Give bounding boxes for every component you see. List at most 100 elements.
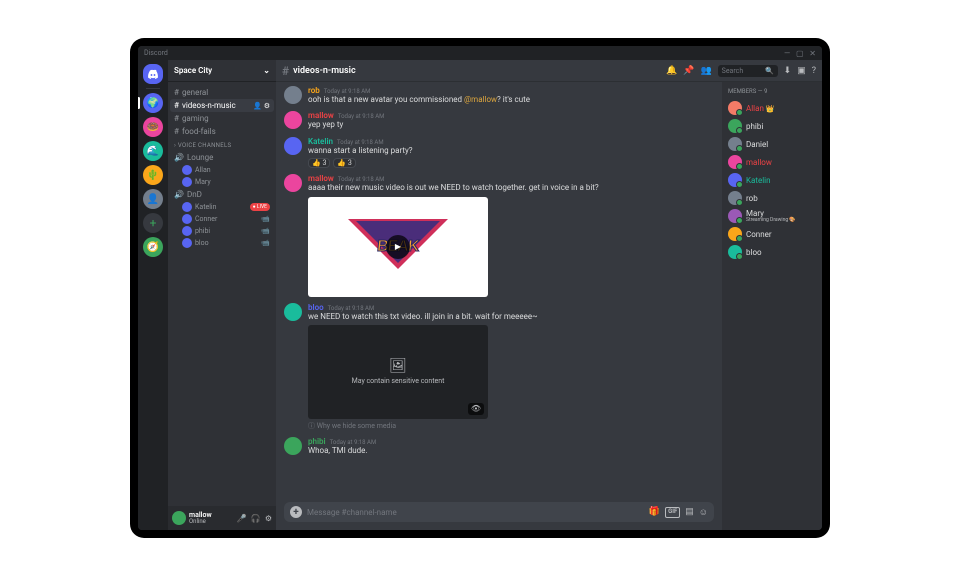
server-icon[interactable]: 🌵 — [143, 165, 163, 185]
voice-user[interactable]: phibi📹 — [170, 225, 274, 237]
play-icon[interactable]: ▶ — [386, 235, 410, 259]
message-composer[interactable]: + Message #channel-name 🎁 GIF ▤ ☺ — [284, 502, 714, 522]
search-input[interactable]: Search 🔍 — [718, 65, 778, 77]
voice-user[interactable]: Conner📹 — [170, 213, 274, 225]
sticker-icon[interactable]: ▤ — [685, 507, 694, 518]
home-button[interactable] — [143, 64, 163, 84]
members-toggle-icon[interactable]: 👥 — [700, 66, 711, 76]
speaker-icon: 🔊 — [174, 153, 184, 162]
author-name[interactable]: Katelin — [308, 137, 333, 146]
avatar[interactable] — [284, 86, 302, 104]
channel-name: videos-n-music — [182, 101, 236, 110]
channel-name: food-fails — [182, 127, 216, 136]
server-icon[interactable]: 🌊 — [143, 141, 163, 161]
server-icon[interactable]: 🌍 — [143, 93, 163, 113]
video-icon: 📹 — [261, 227, 270, 235]
member-item[interactable]: mallow — [728, 153, 816, 171]
emoji-icon[interactable]: ☺ — [699, 507, 708, 518]
voice-user[interactable]: bloo📹 — [170, 237, 274, 249]
member-item[interactable]: bloo — [728, 243, 816, 261]
member-activity: Streaming Drawing 🎨 — [746, 218, 796, 223]
video-embed[interactable]: BEAK ▶ — [308, 197, 488, 297]
spoiler-label: May contain sensitive content — [352, 377, 445, 385]
server-header[interactable]: Space City ⌄ — [168, 60, 276, 82]
explore-servers-button[interactable]: 🧭 — [143, 237, 163, 257]
avatar[interactable] — [172, 511, 186, 525]
member-item[interactable]: Daniel — [728, 135, 816, 153]
member-name: Katelin — [746, 176, 771, 185]
message-text: we NEED to watch this txt video. ill joi… — [308, 312, 714, 322]
text-channel[interactable]: #general — [170, 86, 274, 99]
help-icon[interactable]: ? — [812, 66, 816, 76]
server-icon[interactable]: 👤 — [143, 189, 163, 209]
warning-icon: 🖼 — [389, 358, 407, 374]
timestamp: Today at 9:18 AM — [324, 88, 371, 95]
notifications-icon[interactable]: 🔔 — [666, 66, 677, 76]
window-controls: — ▢ ✕ — [780, 49, 816, 58]
invite-icon[interactable]: 👤 — [253, 102, 262, 110]
member-item[interactable]: rob — [728, 189, 816, 207]
author-name[interactable]: phibi — [308, 437, 326, 446]
author-name[interactable]: bloo — [308, 303, 324, 312]
author-name[interactable]: rob — [308, 86, 320, 95]
pin-icon[interactable]: 📌 — [683, 66, 694, 76]
attach-button[interactable]: + — [290, 506, 302, 518]
author-name[interactable]: mallow — [308, 174, 334, 183]
avatar[interactable] — [284, 111, 302, 129]
member-item[interactable]: phibi — [728, 117, 816, 135]
gif-button[interactable]: GIF — [665, 507, 680, 518]
gear-icon[interactable]: ⚙ — [264, 102, 270, 110]
main-area: # videos-n-music 🔔 📌 👥 Search 🔍 ⬇ ▣ ? — [276, 60, 822, 530]
timestamp: Today at 9:18 AM — [338, 176, 385, 183]
member-item[interactable]: Katelin — [728, 171, 816, 189]
settings-icon[interactable]: ⚙ — [265, 514, 272, 523]
voice-user[interactable]: Katelin● LIVE — [170, 201, 274, 213]
channel-name: gaming — [182, 114, 209, 123]
voice-user[interactable]: Allan — [170, 164, 274, 176]
spoiler-embed[interactable]: 🖼 May contain sensitive content 👁 — [308, 325, 488, 419]
deafen-icon[interactable]: 🎧 — [251, 514, 261, 523]
author-name[interactable]: mallow — [308, 111, 334, 120]
message: mallowToday at 9:18 AMaaaa their new mus… — [284, 174, 714, 296]
reveal-button[interactable]: 👁 — [468, 403, 484, 415]
member-item[interactable]: MaryStreaming Drawing 🎨 — [728, 207, 816, 225]
voice-category-header[interactable]: › VOICE CHANNELS — [170, 138, 274, 151]
member-name: mallow — [746, 158, 772, 167]
server-icon[interactable]: 🍩 — [143, 117, 163, 137]
video-icon: 📹 — [261, 239, 270, 247]
text-channel[interactable]: #food-fails — [170, 125, 274, 138]
avatar[interactable] — [284, 174, 302, 192]
live-badge: ● LIVE — [250, 203, 270, 211]
speaker-icon: 🔊 — [174, 190, 184, 199]
channel-sidebar: Space City ⌄ #general#videos-n-music👤⚙#g… — [168, 60, 276, 530]
close-button[interactable]: ✕ — [809, 49, 816, 58]
avatar[interactable] — [284, 437, 302, 455]
hide-media-note[interactable]: ⓘ Why we hide some media — [308, 421, 714, 431]
avatar[interactable] — [284, 137, 302, 155]
update-icon[interactable]: ▣ — [797, 66, 806, 76]
chevron-down-icon: ⌄ — [263, 66, 270, 75]
timestamp: Today at 9:18 AM — [330, 439, 377, 446]
add-server-button[interactable]: + — [143, 213, 163, 233]
member-item[interactable]: Allan 👑 — [728, 99, 816, 117]
voice-channel[interactable]: 🔊Lounge — [170, 151, 274, 164]
mute-icon[interactable]: 🎤 — [237, 514, 247, 523]
maximize-button[interactable]: ▢ — [796, 49, 804, 58]
voice-user[interactable]: Mary — [170, 176, 274, 188]
minimize-button[interactable]: — — [784, 49, 790, 58]
message-list: robToday at 9:18 AMooh is that a new ava… — [276, 82, 722, 502]
reaction[interactable]: 👍 3 — [333, 158, 355, 168]
gift-icon[interactable]: 🎁 — [649, 507, 660, 518]
server-name: Space City — [174, 66, 212, 75]
user-panel: mallow Online 🎤 🎧 ⚙ — [168, 506, 276, 530]
text-channel[interactable]: #videos-n-music👤⚙ — [170, 99, 274, 112]
reaction[interactable]: 👍 3 — [308, 158, 330, 168]
inbox-icon[interactable]: ⬇ — [784, 66, 792, 76]
avatar — [182, 165, 192, 175]
mention[interactable]: @mallow — [464, 95, 497, 104]
text-channel[interactable]: #gaming — [170, 112, 274, 125]
voice-channel[interactable]: 🔊DnD — [170, 188, 274, 201]
avatar[interactable] — [284, 303, 302, 321]
avatar — [182, 202, 192, 212]
member-item[interactable]: Conner — [728, 225, 816, 243]
